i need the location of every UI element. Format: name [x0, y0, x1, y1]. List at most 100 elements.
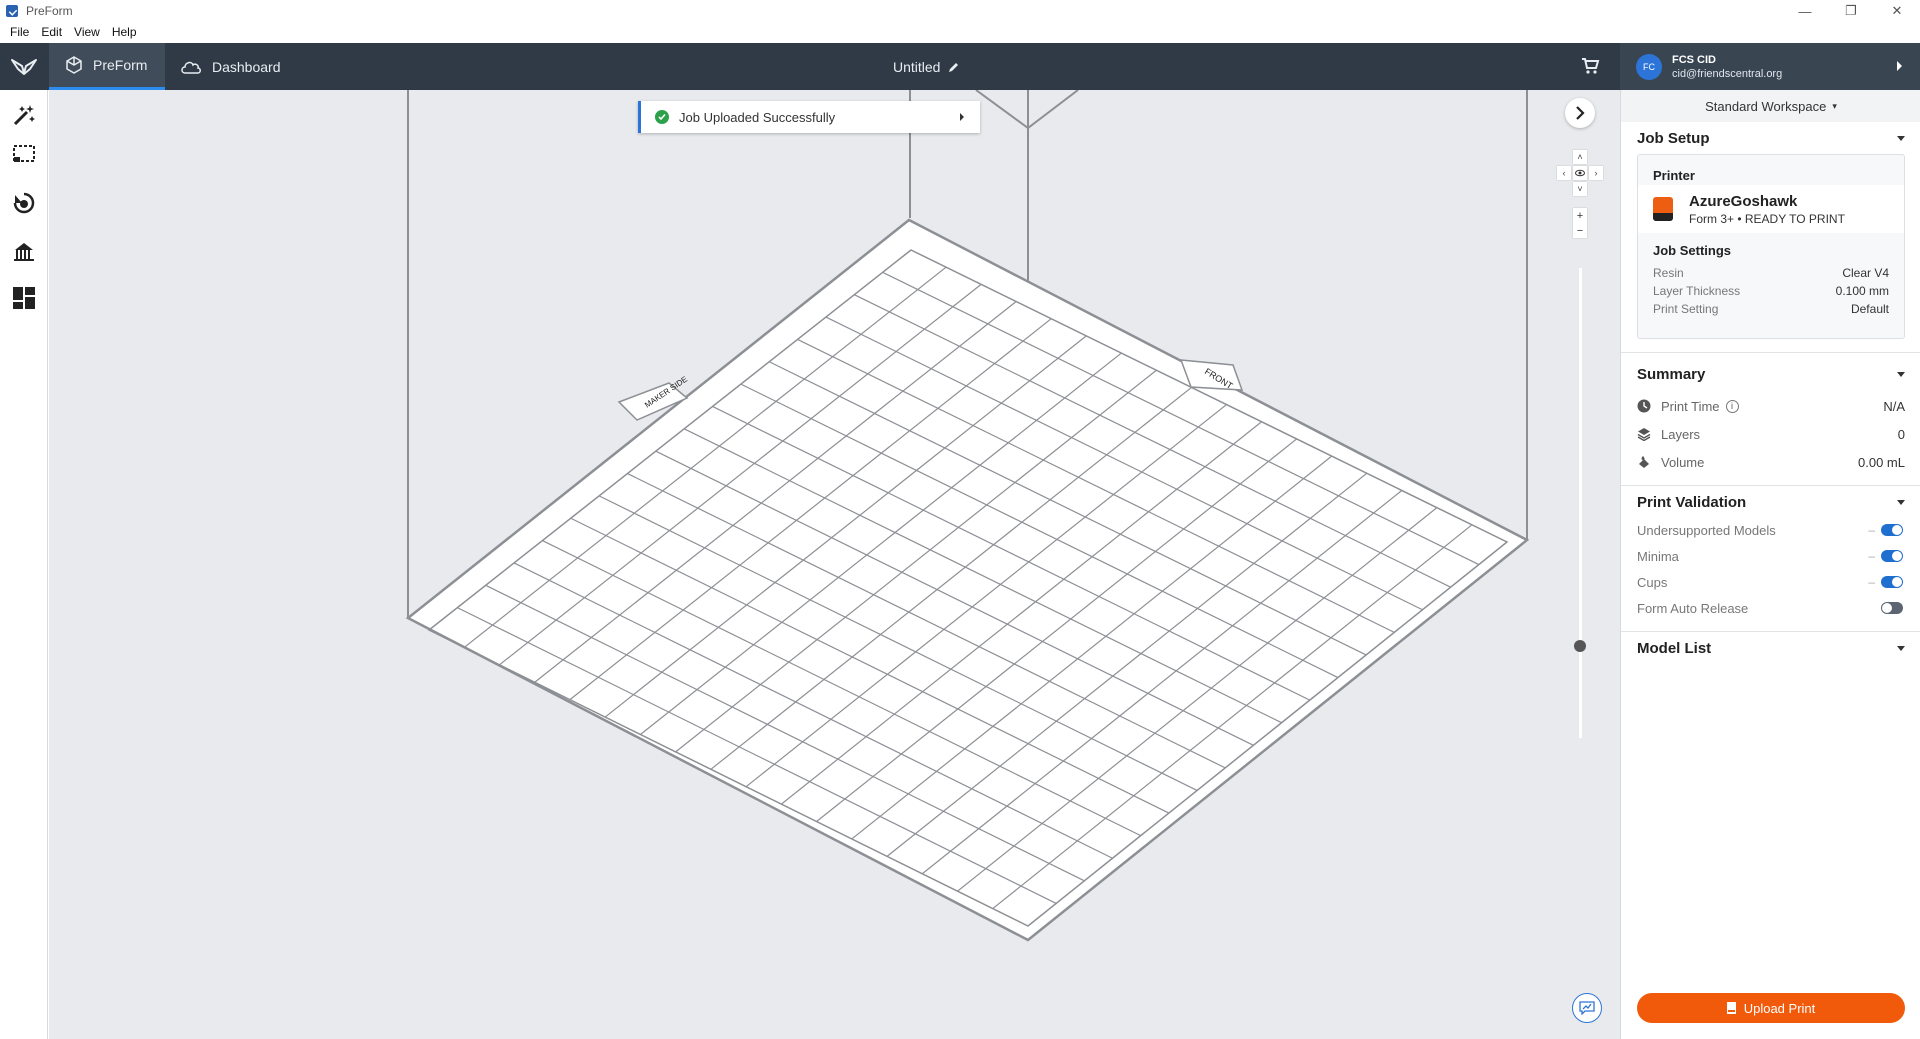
window-titlebar: PreForm — ❐ ✕ [0, 0, 1920, 22]
layers-icon [1637, 427, 1651, 441]
upload-toast[interactable]: Job Uploaded Successfully [638, 101, 980, 133]
close-button[interactable]: ✕ [1874, 0, 1920, 22]
print-time-label: Print Time [1661, 398, 1720, 414]
minima-toggle[interactable] [1881, 550, 1903, 562]
job-setup-header[interactable]: Job Setup [1637, 127, 1905, 149]
chevron-right-icon [1576, 106, 1585, 120]
upload-print-label: Upload Print [1743, 1000, 1816, 1016]
orbit-down-button[interactable]: ˅ [1573, 182, 1587, 196]
layer-slider-track[interactable] [1579, 268, 1582, 738]
eye-icon[interactable] [1573, 166, 1587, 180]
summary-layers: Layers 0 [1637, 425, 1905, 443]
printer-label: Printer [1653, 168, 1695, 183]
chevron-right-icon [1897, 61, 1902, 71]
zoom-out-button[interactable]: − [1573, 223, 1587, 238]
formlabs-logo-icon[interactable] [0, 43, 48, 90]
cups-toggle[interactable] [1881, 576, 1903, 588]
menu-edit[interactable]: Edit [35, 22, 68, 43]
workspace-selector[interactable]: Standard Workspace ▾ [1621, 90, 1920, 122]
setting-label: Print Setting [1653, 302, 1719, 316]
collapse-triangle-icon [1897, 371, 1905, 377]
volume-value: 0.00 mL [1858, 454, 1905, 470]
account-info: FCS CID cid@friendscentral.org [1672, 53, 1782, 81]
validation-label: Form Auto Release [1637, 600, 1749, 616]
volume-label: Volume [1661, 454, 1705, 470]
caret-right-icon[interactable] [960, 113, 964, 121]
build-plate [405, 218, 1530, 942]
print-validation-title: Print Validation [1637, 493, 1747, 511]
menu-help[interactable]: Help [106, 22, 143, 43]
left-toolbar [0, 90, 48, 1039]
document-title[interactable]: Untitled [893, 43, 960, 90]
cube-icon [65, 56, 83, 74]
supports-icon[interactable] [10, 237, 38, 265]
layer-slider-handle[interactable] [1574, 640, 1586, 652]
preform-app-icon [6, 5, 18, 17]
setting-resin[interactable]: Resin Clear V4 [1653, 266, 1889, 280]
camera-orbit-control: ˄ ‹ › ˅ [1557, 150, 1603, 196]
menu-view[interactable]: View [68, 22, 106, 43]
chevron-down-icon: ▾ [1832, 100, 1837, 111]
model-list-header[interactable]: Model List [1637, 637, 1905, 659]
top-navigation: PreForm Dashboard Untitled FC FCS CID ci… [0, 43, 1920, 90]
right-panel: Standard Workspace ▾ Job Setup Printer A… [1620, 90, 1920, 1039]
cloud-icon [180, 59, 202, 75]
setting-print-setting[interactable]: Print Setting Default [1653, 302, 1889, 316]
layout-icon[interactable] [10, 284, 38, 312]
magic-wand-icon[interactable] [10, 101, 38, 129]
job-setup-title: Job Setup [1637, 129, 1710, 147]
divider [1621, 485, 1920, 486]
3d-viewport[interactable]: MAKER SIDE FRONT Job Uploaded Successful… [49, 90, 1620, 1039]
orbit-up-button[interactable]: ˄ [1573, 150, 1587, 164]
undersupported-toggle[interactable] [1881, 524, 1903, 536]
account-name: FCS CID [1672, 53, 1716, 66]
summary-header[interactable]: Summary [1637, 363, 1905, 385]
clock-icon [1637, 399, 1651, 413]
collapse-triangle-icon [1897, 135, 1905, 141]
tab-preform[interactable]: PreForm [49, 43, 165, 90]
orientation-icon[interactable] [10, 189, 38, 217]
select-region-icon[interactable] [10, 140, 38, 168]
upload-print-button[interactable]: Upload Print [1637, 993, 1905, 1023]
job-settings-label: Job Settings [1653, 243, 1732, 258]
setting-layer-thickness[interactable]: Layer Thickness 0.100 mm [1653, 284, 1889, 298]
window-title: PreForm [26, 4, 73, 18]
account-menu[interactable]: FC FCS CID cid@friendscentral.org [1620, 43, 1920, 90]
print-validation-header[interactable]: Print Validation [1637, 491, 1905, 513]
success-check-icon [655, 110, 669, 124]
tab-preform-label: PreForm [93, 57, 148, 73]
summary-print-time: Print Time i N/A [1637, 397, 1905, 415]
menu-bar: File Edit View Help [0, 22, 1920, 43]
validation-status: – [1868, 575, 1875, 589]
printer-selector[interactable]: AzureGoshawk Form 3+ • READY TO PRINT [1638, 185, 1904, 233]
form3-printer-icon [1653, 197, 1673, 221]
info-icon[interactable]: i [1725, 399, 1739, 413]
restore-button[interactable]: ❐ [1828, 0, 1874, 22]
setting-value: 0.100 mm [1835, 284, 1889, 298]
layers-label: Layers [1661, 426, 1701, 442]
orbit-left-button[interactable]: ‹ [1557, 166, 1571, 180]
toast-message: Job Uploaded Successfully [679, 109, 836, 125]
form-auto-release-toggle[interactable] [1881, 602, 1903, 614]
tab-dashboard[interactable]: Dashboard [180, 43, 300, 90]
collapse-triangle-icon [1897, 645, 1905, 651]
cart-icon[interactable] [1580, 56, 1600, 81]
validation-label: Undersupported Models [1637, 522, 1776, 538]
print-time-value: N/A [1883, 398, 1905, 414]
layers-value: 0 [1897, 426, 1905, 442]
zoom-control: + − [1573, 208, 1587, 238]
divider [1621, 352, 1920, 353]
validation-form-auto-release: Form Auto Release [1637, 599, 1905, 617]
divider [1621, 631, 1920, 632]
account-email: cid@friendscentral.org [1672, 67, 1783, 80]
orbit-right-button[interactable]: › [1589, 166, 1603, 180]
menu-file[interactable]: File [4, 22, 35, 43]
job-setup-card[interactable]: Printer AzureGoshawk Form 3+ • READY TO … [1637, 154, 1905, 339]
pencil-icon[interactable] [948, 61, 960, 73]
feedback-button[interactable] [1572, 993, 1602, 1023]
chevron-right-button[interactable] [1565, 98, 1595, 128]
minimize-button[interactable]: — [1782, 0, 1828, 22]
setting-label: Layer Thickness [1653, 284, 1741, 298]
validation-minima: Minima – [1637, 547, 1905, 565]
zoom-in-button[interactable]: + [1573, 208, 1587, 223]
